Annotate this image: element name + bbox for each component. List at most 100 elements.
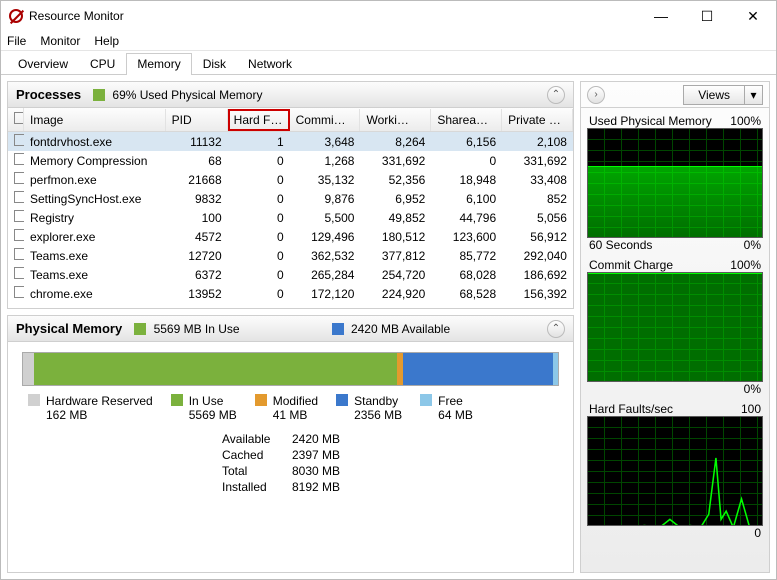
cell-hardf: 0: [228, 228, 290, 246]
table-row[interactable]: chrome.exe139520172,120224,92068,528156,…: [8, 284, 573, 303]
cell-hardf: 0: [228, 285, 290, 303]
table-row[interactable]: Registry10005,50049,85244,7965,056: [8, 208, 573, 227]
physmem-inuse-text: 5569 MB In Use: [154, 322, 240, 336]
table-row[interactable]: Memory Compression6801,268331,6920331,69…: [8, 151, 573, 170]
col-private[interactable]: Private …: [502, 109, 573, 131]
maximize-button[interactable]: ☐: [684, 1, 730, 31]
cell-working: 180,512: [360, 228, 431, 246]
minimize-button[interactable]: —: [638, 1, 684, 31]
col-image[interactable]: Image: [24, 109, 166, 131]
cell-share: 44,796: [431, 209, 502, 227]
cell-image: Teams.exe: [24, 247, 166, 265]
expand-icon[interactable]: ›: [587, 86, 605, 104]
graph1-xlabel: 60 Seconds: [589, 238, 652, 252]
window-title: Resource Monitor: [29, 9, 124, 23]
inuse-swatch-icon: [134, 323, 146, 335]
tab-network[interactable]: Network: [237, 53, 303, 75]
stat-cached-label: Cached: [222, 448, 292, 462]
cell-hardf: 0: [228, 209, 290, 227]
row-checkbox[interactable]: [14, 210, 24, 222]
table-row[interactable]: fontdrvhost.exe1113213,6488,2646,1562,10…: [8, 132, 573, 151]
stat-installed-label: Installed: [222, 480, 292, 494]
cell-working: 377,812: [360, 247, 431, 265]
row-checkbox[interactable]: [14, 248, 24, 260]
graph3-title: Hard Faults/sec: [589, 402, 673, 416]
table-row[interactable]: SettingSyncHost.exe983209,8766,9526,1008…: [8, 189, 573, 208]
collapse-icon[interactable]: ⌃: [547, 86, 565, 104]
stat-total-label: Total: [222, 464, 292, 478]
row-checkbox[interactable]: [14, 191, 24, 203]
cell-share: 68,028: [431, 266, 502, 284]
close-button[interactable]: ✕: [730, 1, 776, 31]
cell-working: 331,692: [360, 152, 431, 170]
tab-overview[interactable]: Overview: [7, 53, 79, 75]
cell-pid: 9832: [166, 190, 228, 208]
row-checkbox[interactable]: [14, 134, 24, 146]
cell-image: Registry: [24, 209, 166, 227]
cell-image: chrome.exe: [24, 285, 166, 303]
cell-share: 6,156: [431, 133, 502, 151]
cell-share: 0: [431, 152, 502, 170]
checkbox-all[interactable]: [14, 112, 24, 124]
physmem-inuse: 5569 MB In Use: [134, 322, 239, 336]
col-working[interactable]: Worki…: [360, 109, 431, 131]
cell-private: 2,108: [502, 133, 573, 151]
processes-header[interactable]: Processes 69% Used Physical Memory ⌃: [8, 82, 573, 108]
legend-hw-label: Hardware Reserved: [46, 394, 153, 408]
stat-available-label: Available: [222, 432, 292, 446]
processes-rows[interactable]: fontdrvhost.exe1113213,6488,2646,1562,10…: [8, 132, 573, 308]
cell-hardf: 0: [228, 247, 290, 265]
menu-bar: File Monitor Help: [1, 31, 776, 51]
cell-pid: 68: [166, 152, 228, 170]
row-checkbox[interactable]: [14, 267, 24, 279]
table-row[interactable]: explorer.exe45720129,496180,512123,60056…: [8, 227, 573, 246]
graph3-max: 100: [741, 402, 761, 416]
tab-disk[interactable]: Disk: [192, 53, 237, 75]
cell-working: 6,952: [360, 190, 431, 208]
col-hard-faults[interactable]: Hard F…: [228, 109, 290, 131]
col-pid[interactable]: PID: [166, 109, 228, 131]
collapse-icon[interactable]: ⌃: [547, 320, 565, 338]
stat-installed-val: 8192 MB: [292, 480, 362, 494]
seg-hardware: [23, 353, 34, 385]
views-dropdown-icon[interactable]: ▾: [745, 85, 763, 105]
menu-file[interactable]: File: [7, 34, 26, 48]
menu-help[interactable]: Help: [94, 34, 119, 48]
tab-cpu[interactable]: CPU: [79, 53, 126, 75]
cell-image: Teams.exe: [24, 266, 166, 284]
standby-swatch-icon: [336, 394, 348, 406]
cell-commit: 3,648: [290, 133, 361, 151]
avail-swatch-icon: [332, 323, 344, 335]
physmem-header[interactable]: Physical Memory 5569 MB In Use 2420 MB A…: [8, 316, 573, 342]
legend-inuse-label: In Use: [189, 394, 237, 408]
processes-summary: 69% Used Physical Memory: [93, 88, 262, 102]
table-row[interactable]: Teams.exe63720265,284254,72068,028186,69…: [8, 265, 573, 284]
row-checkbox[interactable]: [14, 172, 24, 184]
row-checkbox[interactable]: [14, 286, 24, 298]
table-row[interactable]: perfmon.exe21668035,13252,35618,94833,40…: [8, 170, 573, 189]
row-checkbox[interactable]: [14, 153, 24, 165]
row-checkbox[interactable]: [14, 229, 24, 241]
cell-commit: 1,268: [290, 152, 361, 170]
cell-private: 5,056: [502, 209, 573, 227]
table-row[interactable]: Teams.exe127200362,532377,81285,772292,0…: [8, 246, 573, 265]
legend-standby-label: Standby: [354, 394, 402, 408]
cell-image: explorer.exe: [24, 228, 166, 246]
physical-memory-panel: Physical Memory 5569 MB In Use 2420 MB A…: [7, 315, 574, 573]
tab-memory[interactable]: Memory: [126, 53, 191, 75]
menu-monitor[interactable]: Monitor: [40, 34, 80, 48]
cell-private: 56,912: [502, 228, 573, 246]
cell-commit: 265,284: [290, 266, 361, 284]
cell-commit: 172,120: [290, 285, 361, 303]
cell-private: 331,692: [502, 152, 573, 170]
col-shareable[interactable]: Sharea…: [431, 109, 502, 131]
graph2-max: 100%: [730, 258, 761, 272]
views-button[interactable]: Views: [683, 85, 745, 105]
processes-panel: Processes 69% Used Physical Memory ⌃ Ima…: [7, 81, 574, 309]
cell-image: perfmon.exe: [24, 171, 166, 189]
graph2-title: Commit Charge: [589, 258, 673, 272]
col-commit[interactable]: Commi…: [290, 109, 361, 131]
processes-columns: Image PID Hard F… Commi… Worki… Sharea… …: [8, 108, 573, 132]
graph1-title: Used Physical Memory: [589, 114, 712, 128]
title-bar: Resource Monitor — ☐ ✕: [1, 1, 776, 31]
